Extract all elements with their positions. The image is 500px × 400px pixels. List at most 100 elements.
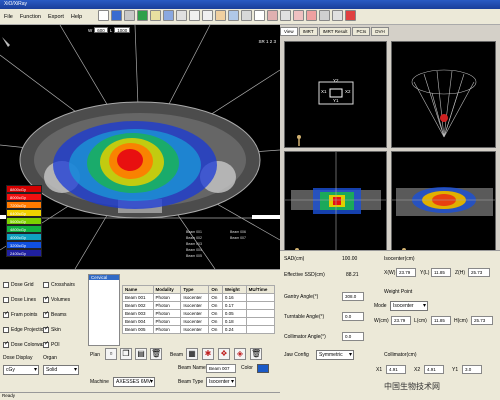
col-name[interactable]: Name — [122, 285, 154, 294]
jaw-config-select[interactable]: Symmetric — [316, 350, 354, 360]
beam-arc-icon[interactable]: ❖ — [218, 348, 230, 360]
plan-list-item[interactable]: Cervical — [89, 275, 119, 280]
col-weight[interactable]: Weight — [221, 285, 247, 294]
table-row[interactable]: Beam 001 Photon Isocenter On 0.16 — [122, 293, 276, 302]
collimator-y1-field[interactable]: 3.0 — [462, 365, 482, 374]
checkbox-box[interactable] — [43, 340, 49, 348]
beam-type-select[interactable]: Isocenter — [206, 377, 236, 387]
flag-icon[interactable] — [150, 10, 161, 21]
tab-dvh[interactable]: DVH — [371, 27, 389, 36]
weight-h-field[interactable]: 25.73 — [471, 316, 493, 325]
volumes-checkbox[interactable]: Volumes — [43, 295, 70, 303]
checkbox-box[interactable] — [3, 327, 9, 333]
tab-imrt[interactable]: IMRT — [298, 27, 318, 36]
legend-item: 7200cGy — [6, 201, 42, 209]
col-mu-time[interactable]: MU/Time — [245, 285, 276, 294]
dose-unit-select[interactable]: cGy — [3, 365, 39, 375]
dose-icon[interactable] — [306, 10, 317, 21]
iso-y-field[interactable]: 11.85 — [431, 268, 451, 277]
beam-name-field[interactable]: Beam 007 — [206, 364, 236, 373]
save-icon[interactable] — [111, 10, 122, 21]
weight-mode-select[interactable]: Isocenter — [390, 301, 428, 311]
table-row[interactable]: Beam 005 Photon Isocenter On 0.24 — [122, 325, 276, 334]
plan-list[interactable]: Cervical — [88, 274, 120, 346]
checkbox-box[interactable] — [3, 297, 9, 303]
plan-new-icon[interactable]: ▫ — [105, 348, 117, 360]
cross-icon[interactable] — [280, 10, 291, 21]
beam-type-label: Beam Type — [178, 379, 204, 385]
edge-projection-checkbox[interactable]: Edge Projection — [3, 327, 46, 333]
crosshairs-checkbox[interactable]: Crosshairs — [43, 282, 75, 288]
3d-beam-view[interactable] — [391, 41, 496, 148]
beam-delete-icon[interactable]: 🗑 — [250, 348, 262, 360]
plan-import-icon[interactable]: ▤ — [135, 348, 147, 360]
new-icon[interactable] — [98, 10, 109, 21]
window-icon[interactable] — [228, 10, 239, 21]
gantry-angle-field[interactable]: 308.0 — [342, 292, 364, 301]
skin-checkbox[interactable]: Skin — [43, 325, 61, 333]
iso-z-field[interactable]: 25.73 — [468, 268, 490, 277]
point-icon[interactable] — [254, 10, 265, 21]
zoom-icon[interactable] — [163, 10, 174, 21]
collimator-x2-field[interactable]: 4.91 — [424, 365, 444, 374]
table-row[interactable]: Beam 004 Photon Isocenter On 0.18 — [122, 317, 276, 326]
w-value[interactable]: 600 — [94, 27, 108, 33]
beam-diamond-icon[interactable]: ◈ — [234, 348, 246, 360]
menu-help[interactable]: Help — [71, 14, 82, 20]
minus-icon[interactable] — [202, 10, 213, 21]
dose-lines-checkbox[interactable]: Dose Lines — [3, 297, 36, 303]
plus-icon[interactable] — [189, 10, 200, 21]
checkbox-box[interactable] — [43, 310, 49, 318]
table-row[interactable]: Beam 003 Photon Isocenter On 0.05 — [122, 309, 276, 318]
tab-imrt-result[interactable]: IMRT Result — [318, 27, 352, 36]
beams-checkbox[interactable]: Beams — [43, 310, 67, 318]
chart-icon[interactable] — [137, 10, 148, 21]
menu-export[interactable]: Export — [48, 14, 64, 20]
collimator-x1-field[interactable]: 4.91 — [386, 365, 406, 374]
machine-select[interactable]: AXESSES 6MV — [113, 377, 155, 387]
weight-w-field[interactable]: 23.79 — [391, 316, 411, 325]
weight-l-field[interactable]: 11.85 — [431, 316, 451, 325]
fram-points-checkbox[interactable]: Fram points — [3, 310, 37, 318]
hand-icon[interactable] — [215, 10, 226, 21]
cell: Photon — [152, 317, 182, 326]
collimator-angle-field[interactable]: 0.0 — [342, 332, 364, 341]
eye-icon[interactable] — [345, 10, 356, 21]
checkbox-box[interactable] — [3, 282, 9, 288]
beam-add-icon[interactable]: ▦ — [186, 348, 198, 360]
settings-icon[interactable] — [319, 10, 330, 21]
checkbox-box[interactable] — [43, 325, 49, 333]
organ-render-select[interactable]: Solid — [43, 365, 79, 375]
bev-view[interactable]: Y2 X1 X2 Y1 — [284, 41, 387, 148]
axial-dose-view[interactable]: W 600 L 1000 SR 1 2 3 8800cGy 8000cGy 7200… — [0, 25, 280, 269]
rectangle-icon[interactable] — [332, 10, 343, 21]
col-modality[interactable]: Modality — [152, 285, 182, 294]
menu-file[interactable]: File — [4, 14, 13, 20]
checkbox-box[interactable] — [3, 340, 9, 348]
tab-pcis[interactable]: PCIs — [352, 27, 371, 36]
l-value[interactable]: 1000 — [114, 27, 131, 33]
checkbox-box[interactable] — [43, 282, 49, 288]
ruler-icon[interactable] — [241, 10, 252, 21]
checkbox-box[interactable] — [3, 310, 9, 318]
beam-color-swatch[interactable] — [257, 364, 269, 373]
dose-grid-checkbox[interactable]: Dose Grid — [3, 282, 34, 288]
menu-function[interactable]: Function — [20, 14, 41, 20]
beam-star-icon[interactable]: ✱ — [202, 348, 214, 360]
plan-delete-icon[interactable]: 🗑 — [150, 348, 162, 360]
checkbox-box[interactable] — [43, 295, 49, 303]
beam-icon[interactable] — [293, 10, 304, 21]
col-type[interactable]: Type — [180, 285, 210, 294]
plan-copy-icon[interactable]: ❐ — [120, 348, 132, 360]
poi-checkbox[interactable]: POI — [43, 340, 60, 348]
grid-icon[interactable] — [176, 10, 187, 21]
tab-view[interactable]: View — [280, 27, 298, 36]
turntable-angle-field[interactable]: 0.0 — [342, 312, 364, 321]
col-on[interactable]: On — [208, 285, 223, 294]
print-icon[interactable] — [124, 10, 135, 21]
beam-label: Beam 007 — [230, 236, 246, 240]
iso-x-field[interactable]: 23.79 — [396, 268, 416, 277]
contour-icon[interactable] — [267, 10, 278, 21]
dose-colorwash-checkbox[interactable]: Dose Colorwash — [3, 340, 48, 348]
table-row[interactable]: Beam 002 Photon Isocenter On 0.17 — [122, 301, 276, 310]
